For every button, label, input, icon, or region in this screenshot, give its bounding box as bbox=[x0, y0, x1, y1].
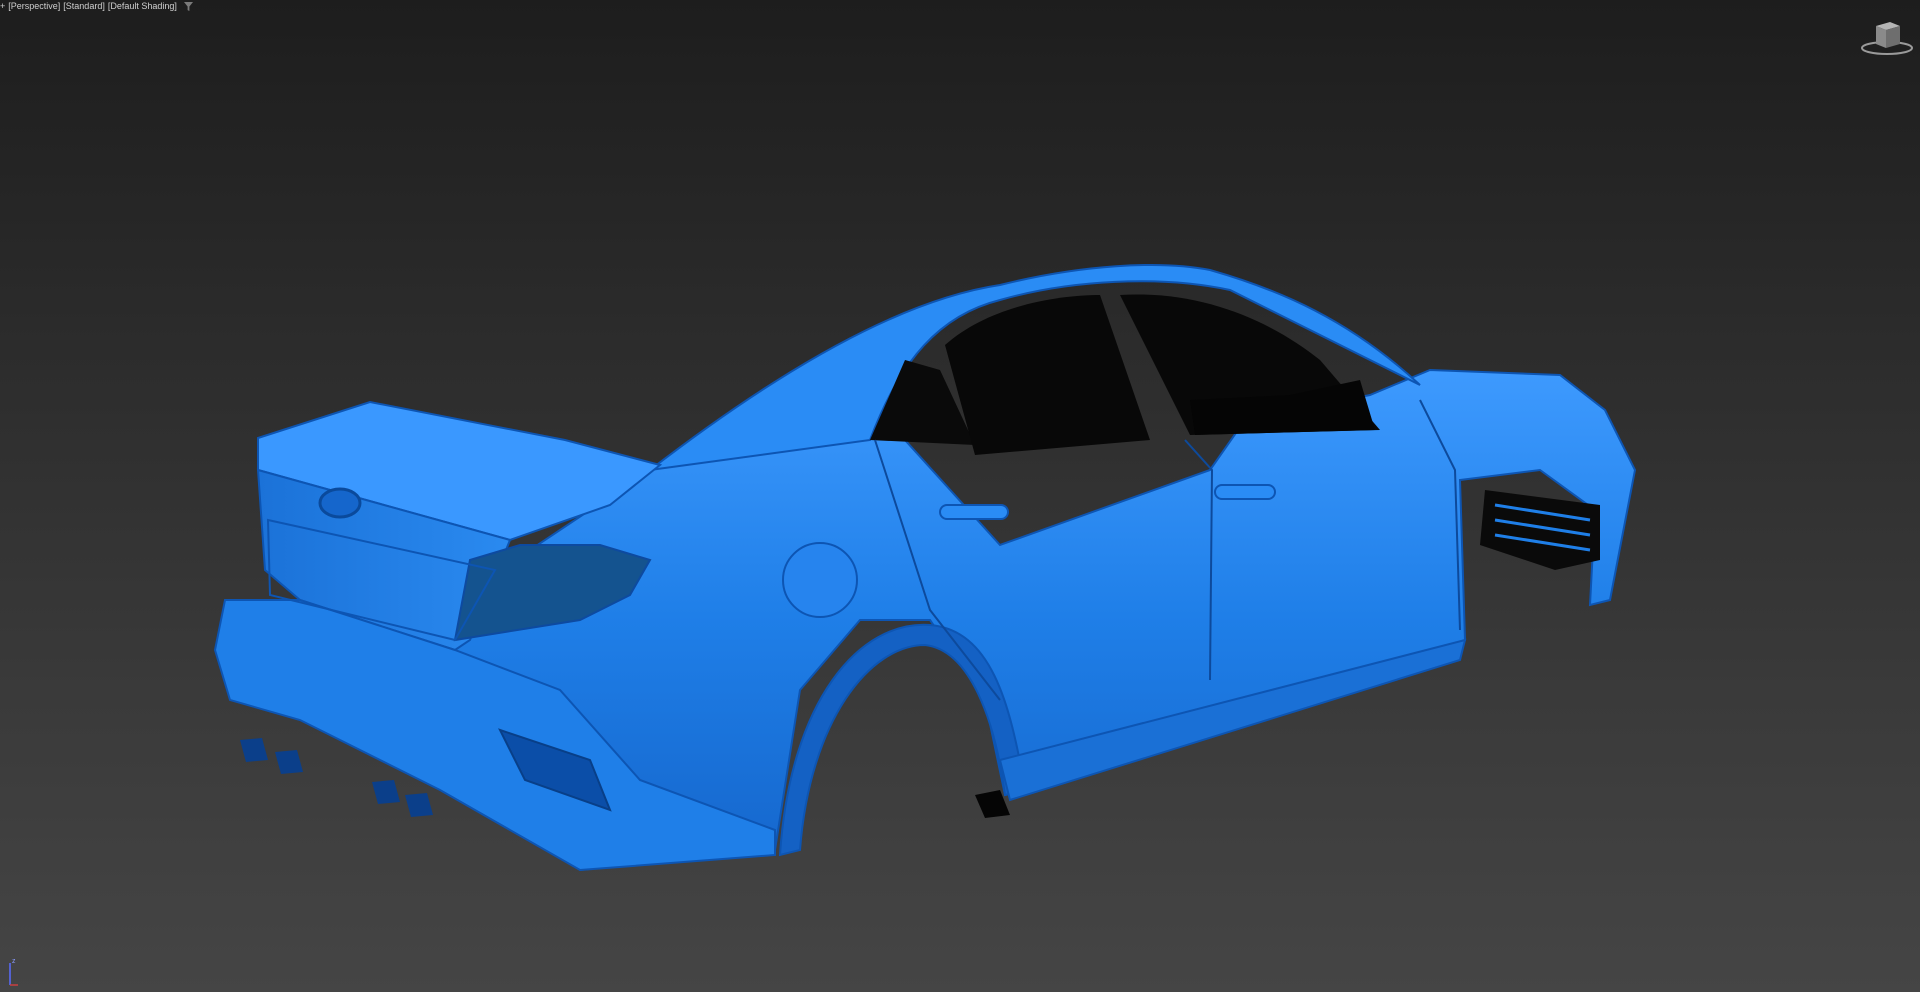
rear-emblem bbox=[318, 487, 362, 519]
car-body-model[interactable] bbox=[213, 264, 1637, 872]
rear-door-handle bbox=[939, 504, 1009, 520]
front-wheel-well bbox=[1480, 490, 1600, 570]
rear-door-window bbox=[945, 295, 1150, 455]
viewport-scene[interactable] bbox=[0, 0, 1920, 992]
front-door-handle bbox=[1214, 484, 1276, 500]
fuel-door bbox=[782, 542, 858, 618]
axis-tripod-icon: z bbox=[9, 958, 18, 986]
axis-z-label: z bbox=[12, 958, 16, 965]
